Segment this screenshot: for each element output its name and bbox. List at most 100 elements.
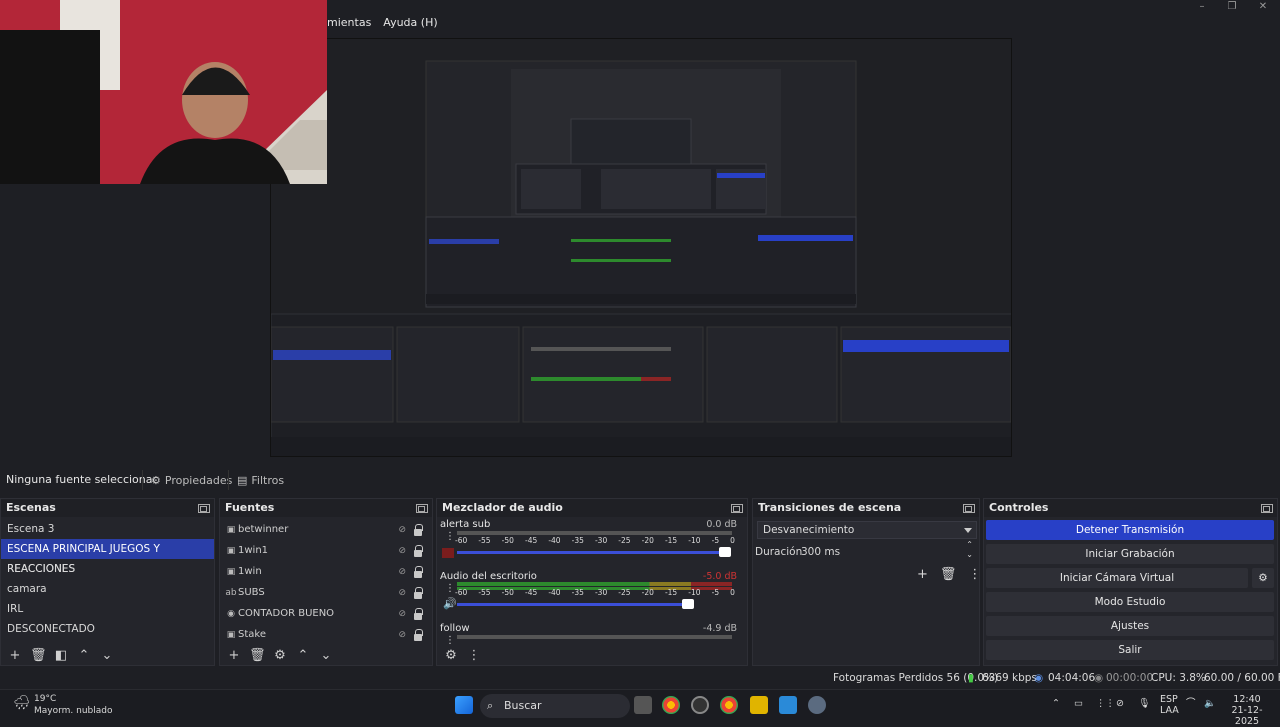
minimize-button[interactable]: – — [1185, 0, 1219, 14]
stepper-icon[interactable]: ⌃ ⌄ — [966, 540, 973, 560]
speaker-icon[interactable]: 🔊 — [443, 597, 457, 610]
scene-item[interactable]: camara — [1, 579, 214, 599]
scene-item[interactable]: IRL — [1, 599, 214, 619]
source-item[interactable]: ▣ betwinner ⊘ — [220, 519, 432, 540]
more-options-icon[interactable]: ⋮ — [466, 648, 482, 663]
network-icon[interactable]: ⊘ — [1116, 698, 1124, 709]
lock-icon[interactable] — [414, 545, 423, 557]
visibility-hidden-icon[interactable]: ⊘ — [398, 567, 406, 577]
lock-icon[interactable] — [414, 608, 423, 620]
chevron-down-icon[interactable]: ⌄ — [99, 648, 115, 663]
visibility-hidden-icon[interactable]: ⊘ — [398, 630, 406, 640]
lock-icon[interactable] — [414, 629, 423, 641]
tray-icon[interactable]: ⋮⋮ — [1096, 698, 1115, 709]
studio-mode-button[interactable]: Modo Estudio — [986, 592, 1274, 612]
source-item[interactable]: ◉ CONTADOR BUENO ⊘ — [220, 603, 432, 624]
gear-icon: ⚙ — [151, 473, 161, 487]
wifi-icon[interactable]: ⌒ — [1186, 698, 1196, 709]
scene-item[interactable]: DESCONECTADO — [1, 619, 214, 639]
channel-db: 0.0 dB — [706, 519, 737, 530]
muted-icon[interactable] — [442, 548, 454, 558]
image-icon: ▣ — [226, 545, 236, 556]
scene-item-selected[interactable]: ESCENA PRINCIPAL JUEGOS Y REACCIONES — [1, 539, 214, 575]
chevron-down-icon[interactable]: ⌄ — [318, 648, 334, 663]
undock-icon[interactable] — [731, 503, 743, 513]
lock-icon[interactable] — [414, 587, 423, 599]
chevron-up-icon[interactable]: ⌃ — [76, 648, 92, 663]
chevron-up-icon[interactable]: ⌃ — [295, 648, 311, 663]
add-icon[interactable]: + — [917, 567, 928, 582]
more-options-icon[interactable]: ⋮ — [445, 635, 455, 646]
microphone-icon[interactable]: 🎙 — [1138, 698, 1150, 709]
start-recording-button[interactable]: Iniciar Grabación — [986, 544, 1274, 564]
filter-icon[interactable]: ◧ — [53, 648, 69, 663]
language-indicator[interactable]: ESP LAA — [1160, 694, 1179, 716]
maximize-button[interactable]: ❐ — [1215, 0, 1249, 14]
undock-icon[interactable] — [198, 503, 210, 513]
obs-icon[interactable] — [691, 696, 709, 714]
visibility-hidden-icon[interactable]: ⊘ — [398, 609, 406, 619]
slider-knob[interactable] — [719, 547, 731, 557]
windows-start-icon[interactable] — [455, 696, 473, 714]
undock-icon[interactable] — [416, 503, 428, 513]
visibility-hidden-icon[interactable]: ⊘ — [398, 546, 406, 556]
source-item[interactable]: ▣ Stake ⊘ — [220, 624, 432, 645]
trash-icon[interactable]: 🗑 — [249, 648, 266, 663]
virtual-camera-settings-button[interactable]: ⚙ — [1252, 568, 1274, 588]
transition-select[interactable]: Desvanecimiento — [757, 521, 977, 539]
scene-item[interactable]: REACCIONES — [1, 559, 214, 579]
visibility-hidden-icon[interactable]: ⊘ — [398, 588, 406, 598]
mixer-title: Mezclador de audio — [442, 501, 563, 514]
settings-button[interactable]: Ajustes — [986, 616, 1274, 636]
lock-icon[interactable] — [414, 524, 423, 536]
undock-icon[interactable] — [963, 503, 975, 513]
volume-slider[interactable] — [457, 599, 694, 609]
menu-item-help[interactable]: Ayuda (H) — [383, 16, 437, 29]
source-item[interactable]: ▣ 1win1 ⊘ — [220, 540, 432, 561]
source-item[interactable]: ▣ 1win ⊘ — [220, 561, 432, 582]
lock-icon[interactable] — [414, 566, 423, 578]
notepad-icon[interactable] — [779, 696, 797, 714]
scenes-footer: + 🗑 ◧ ⌃ ⌄ — [1, 648, 115, 663]
clock[interactable]: 12:40 21-12-2025 — [1222, 694, 1272, 727]
volume-slider[interactable] — [457, 547, 731, 557]
trash-icon[interactable]: 🗑 — [940, 567, 957, 582]
channel-name: follow — [440, 623, 470, 634]
channel-db: -4.9 dB — [702, 623, 737, 634]
volume-icon[interactable]: 🔈 — [1204, 698, 1216, 709]
trash-icon[interactable]: 🗑 — [30, 648, 47, 663]
add-icon[interactable]: + — [7, 648, 23, 663]
chrome-icon[interactable] — [662, 696, 680, 714]
mixer-header: Mezclador de audio — [437, 499, 747, 517]
preview-canvas[interactable] — [270, 38, 1012, 457]
taskbar-search[interactable]: ⌕ Buscar — [480, 694, 630, 718]
scene-item[interactable]: Escena 3 — [1, 519, 214, 539]
duration-input[interactable]: 300 ms ⌃ ⌄ — [797, 540, 977, 561]
more-options-icon[interactable]: ⋮ — [445, 583, 455, 594]
close-button[interactable]: ✕ — [1246, 0, 1280, 14]
stop-streaming-button[interactable]: Detener Transmisión — [986, 520, 1274, 540]
properties-button[interactable]: ⚙ Propiedades — [142, 470, 232, 490]
menu-item-tools[interactable]: mientas — [327, 16, 371, 29]
visibility-hidden-icon[interactable]: ⊘ — [398, 525, 406, 535]
gear-icon[interactable]: ⚙ — [272, 648, 288, 663]
tray-icon[interactable]: ▭ — [1074, 698, 1083, 709]
more-options-icon[interactable]: ⋮ — [445, 531, 455, 542]
gear-icon[interactable]: ⚙ — [443, 648, 459, 663]
add-icon[interactable]: + — [226, 648, 242, 663]
task-view-icon[interactable] — [634, 696, 652, 714]
exit-button[interactable]: Salir — [986, 640, 1274, 660]
undock-icon[interactable] — [1261, 503, 1273, 513]
filters-button[interactable]: ▤ Filtros — [228, 470, 284, 490]
source-item[interactable]: ab SUBS ⊘ — [220, 582, 432, 603]
settings-icon[interactable] — [808, 696, 826, 714]
chrome-icon[interactable] — [720, 696, 738, 714]
app-icon[interactable] — [750, 696, 768, 714]
chevron-up-icon[interactable]: ⌃ — [1052, 698, 1060, 709]
weather-temp: 19°C — [34, 694, 57, 704]
image-icon: ▣ — [226, 524, 236, 535]
more-options-icon[interactable]: ⋮ — [968, 567, 981, 582]
slider-knob[interactable] — [682, 599, 694, 609]
start-virtual-camera-button[interactable]: Iniciar Cámara Virtual — [986, 568, 1248, 588]
fps: 60.00 / 60.00 FPS — [1204, 672, 1280, 684]
